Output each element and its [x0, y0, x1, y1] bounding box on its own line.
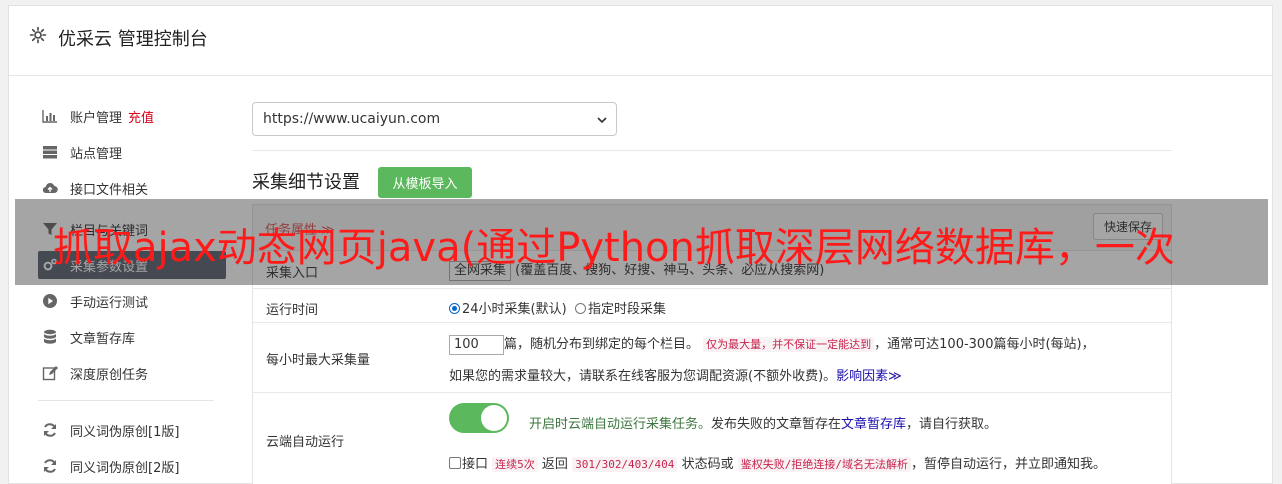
sidebar-item-label: 接口文件相关 — [70, 182, 149, 198]
refresh-icon — [42, 422, 58, 438]
row-runtime: 运行时间 24小时采集(默认) 指定时段采集 — [253, 289, 1171, 323]
sidebar-item-label: 同义词伪原创[2版] — [70, 460, 180, 476]
site-select-value: https://www.ucaiyun.com — [263, 111, 441, 127]
sidebar-item-label: 文章暂存库 — [70, 331, 136, 347]
cloud-text-4: 状态码或 — [681, 457, 734, 472]
cloud-text-2: ，请自行获取。 — [906, 417, 998, 432]
cloud-text-3: 返回 — [541, 457, 568, 472]
recharge-link[interactable]: 充值 — [128, 107, 154, 126]
sidebar-item-sites[interactable]: 站点管理 — [38, 138, 218, 166]
max-per-hour-input[interactable]: 100 — [449, 334, 504, 355]
article-store-link[interactable]: 文章暂存库 — [841, 417, 906, 432]
cloud-text-5: ，暂停自动运行，并立即通知我。 — [910, 457, 1106, 472]
sidebar-item-deep-original[interactable]: 深度原创任务 — [38, 359, 218, 387]
radio-scheduled[interactable] — [574, 303, 586, 314]
section-title: 采集细节设置 — [252, 172, 360, 193]
database-icon — [42, 329, 58, 345]
import-template-button[interactable]: 从模板导入 — [378, 167, 472, 198]
cloud-run-toggle[interactable] — [449, 403, 509, 433]
factors-link[interactable]: 影响因素≫ — [836, 369, 902, 384]
bar-chart-icon — [42, 108, 58, 124]
sidebar-item-label: 站点管理 — [70, 146, 123, 162]
sidebar-item-synonym-v1[interactable]: 同义词伪原创[1版] — [38, 416, 218, 444]
edit-icon — [42, 365, 58, 381]
sidebar-item-synonym-v2[interactable]: 同义词伪原创[2版] — [38, 452, 218, 480]
row-value: 100 篇，随机分布到绑定的每个栏目。 仅为最大量，并不保证一定能达到 ，通常可达1… — [449, 333, 1095, 355]
sidebar-item-interface[interactable]: 接口文件相关 — [38, 174, 218, 202]
radio-24h[interactable] — [449, 303, 460, 314]
code-status: 301/302/403/404 — [572, 457, 678, 472]
notify-checkbox[interactable] — [449, 457, 461, 469]
sidebar-item-manual-run[interactable]: 手动运行测试 — [38, 287, 218, 315]
divider — [252, 150, 1172, 151]
row-label: 每小时最大采集量 — [266, 353, 371, 368]
page-scrollbar[interactable] — [1273, 5, 1282, 484]
refresh-icon — [42, 458, 58, 474]
sidebar-item-label: 深度原创任务 — [70, 367, 149, 383]
cloud-upload-icon — [42, 180, 58, 196]
row-label: 运行时间 — [266, 303, 319, 318]
page-header: 优采云 管理控制台 — [9, 6, 1272, 76]
watermark-banner: 抓取ajax动态网页java(通过Python抓取深层网络数据库，一次 — [15, 199, 1268, 285]
max-text-1: 篇，随机分布到绑定的每个栏目。 — [504, 337, 700, 352]
banner-text: 抓取ajax动态网页java(通过Python抓取深层网络数据库，一次 — [53, 225, 1175, 271]
site-select[interactable]: https://www.ucaiyun.com — [252, 102, 617, 136]
code-auth: 鉴权失败/拒绝连接/域名无法解析 — [737, 457, 911, 472]
cloud-toggle-text: 开启时云端自动运行采集任务。 — [529, 417, 712, 432]
chevron-down-icon — [597, 113, 607, 124]
sidebar-item-label: 手动运行测试 — [70, 295, 149, 311]
sidebar-item-label: 账户管理 — [70, 110, 123, 126]
row-label: 云端自动运行 — [266, 435, 345, 450]
radio-24h-label: 24小时采集(默认) — [462, 302, 567, 317]
max-text-2: ，通常可达100-300篇每小时(每站)， — [874, 337, 1095, 352]
row-value-line2: 接口 连续5次 返回 301/302/403/404 状态码或 鉴权失败/拒绝连… — [449, 453, 1106, 472]
sidebar-item-article-store[interactable]: 文章暂存库 — [38, 323, 218, 351]
row-value: 开启时云端自动运行采集任务。发布失败的文章暂存在文章暂存库，请自行获取。 — [529, 413, 997, 432]
page-title: 优采云 管理控制台 — [58, 29, 208, 50]
radio-scheduled-label: 指定时段采集 — [587, 302, 666, 317]
play-circle-icon — [42, 293, 58, 309]
server-icon — [42, 144, 58, 160]
row-max-per-hour: 每小时最大采集量 100 篇，随机分布到绑定的每个栏目。 仅为最大量，并不保证一定… — [253, 323, 1171, 393]
row-cloud-run: 云端自动运行 开启时云端自动运行采集任务。发布失败的文章暂存在文章暂存库，请自行… — [253, 393, 1171, 484]
notify-check-label: 接口 — [462, 457, 489, 472]
cloud-text-1: 发布失败的文章暂存在 — [711, 417, 842, 432]
row-value-line2: 如果您的需求量较大，请联系在线客服为您调配资源(不额外收费)。影响因素≫ — [449, 365, 902, 384]
code-consecutive: 连续5次 — [492, 457, 538, 472]
sidebar-item-account[interactable]: 账户管理 充值 — [38, 102, 218, 130]
sidebar-item-label: 同义词伪原创[1版] — [70, 424, 180, 440]
row-value: 24小时采集(默认) 指定时段采集 — [449, 298, 666, 317]
max-text-3: 如果您的需求量较大，请联系在线客服为您调配资源(不额外收费)。 — [449, 369, 837, 384]
max-note: 仅为最大量，并不保证一定能达到 — [703, 337, 875, 352]
menu-divider — [38, 400, 214, 401]
gear-icon — [29, 26, 47, 44]
